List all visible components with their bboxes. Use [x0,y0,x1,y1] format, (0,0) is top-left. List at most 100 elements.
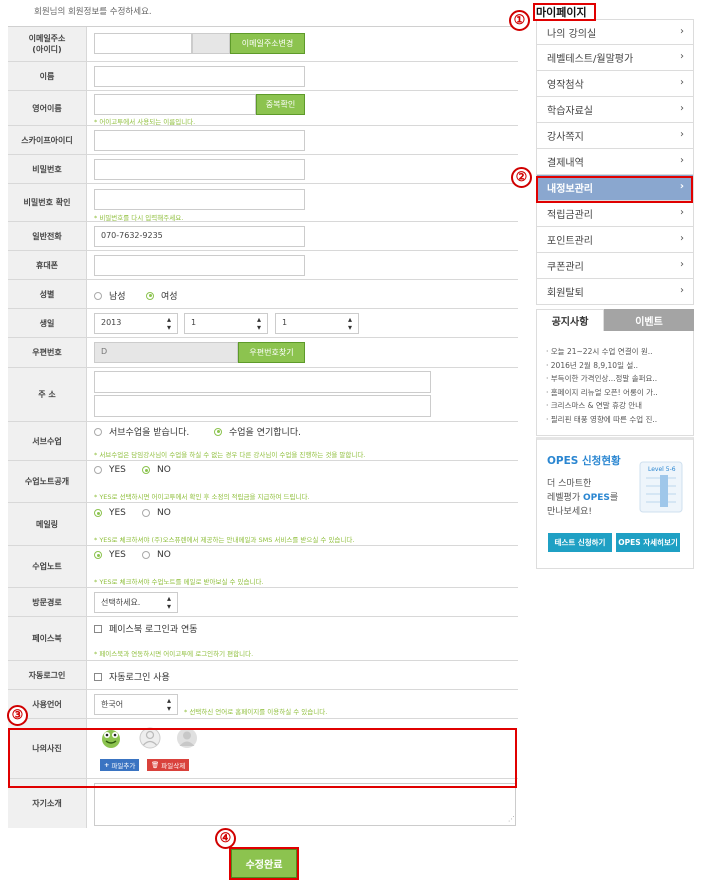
zipcode-label: 우편번호 [8,338,87,367]
zipcode-input[interactable]: D [94,342,238,363]
name-input[interactable] [94,66,305,87]
sidebar-item[interactable]: 회원탈퇴 › [536,279,694,305]
mobile-row: 휴대폰 [8,251,518,280]
tab-notice[interactable]: 공지사항 [536,309,604,331]
notice-item[interactable]: · 부득이한 가격인상...정말 솔퍼요.. [546,372,692,386]
sidebar-item[interactable]: 결제내역 › [536,149,694,175]
phone-input[interactable]: 070-7632-9235 [94,226,305,247]
find-zipcode-button[interactable]: 우편번호찾기 [238,342,305,363]
chevron-updown-icon: ▴ ▾ [166,696,171,713]
tab-event[interactable]: 이벤트 [604,309,694,331]
class-note-no-radio[interactable] [142,551,150,559]
language-select[interactable]: 한국어 ▴ ▾ [94,694,178,715]
facebook-link-checkbox[interactable] [94,624,102,633]
gender-option-female[interactable]: 여성 [146,289,178,302]
substitute-option-postpone[interactable]: 수업을 연기합니다. [214,425,301,438]
substitute-option-receive[interactable]: 서브수업을 받습니다. [94,425,189,438]
class-note-hint: * YES로 체크하셔야 수업노트를 메일로 받아보실 수 있습니다. [94,578,264,586]
email-row: 이메일주소 (아이디) 이메일주소변경 [8,27,518,62]
sidebar-item[interactable]: 쿠폰관리 › [536,253,694,279]
email-input-suffix [192,33,230,54]
english-name-input[interactable] [94,94,256,115]
chevron-right-icon: › [680,155,684,166]
notice-item[interactable]: · 필리핀 태풍 영향에 따른 수업 진.. [546,413,692,427]
opes-details-button[interactable]: OPES 자세히보기 [616,533,680,552]
sidebar-item-label: 영작첨삭 [547,80,584,91]
sidebar-item-label: 레벨테스트/월말평가 [547,54,634,65]
facebook-link-option[interactable]: 페이스북 로그인과 연동 [94,622,198,635]
sidebar-item[interactable]: 포인트관리 › [536,227,694,253]
auto-login-option[interactable]: 자동로그인 사용 [94,670,170,683]
sidebar-item-label: 쿠폰관리 [547,262,584,273]
chevron-updown-icon: ▴ ▾ [347,315,352,332]
address-label: 주 소 [8,368,87,421]
english-name-hint: * 어이고투에서 사용되는 이름입니다. [94,118,196,126]
note-public-no[interactable]: NO [142,465,171,475]
change-email-button[interactable]: 이메일주소변경 [230,33,305,54]
birth-month-select[interactable]: 1 ▴ ▾ [184,313,268,334]
chevron-right-icon: › [680,259,684,270]
class-note-label: 수업노트 [8,546,87,587]
notice-item[interactable]: · 홈페이지 리뉴얼 오픈! 어롱이 가.. [546,386,692,400]
note-public-yes-radio[interactable] [94,466,102,474]
auto-login-checkbox[interactable] [94,672,102,681]
sidebar-item[interactable]: 강사쪽지 › [536,123,694,149]
password-confirm-label: 비밀번호 확인 [8,184,87,221]
birth-label: 생일 [8,309,87,337]
gender-option-male[interactable]: 남성 [94,289,126,302]
class-note-no[interactable]: NO [142,550,171,560]
resize-handle-icon[interactable]: ⋰ [508,815,515,823]
substitute-receive-radio[interactable] [94,427,102,436]
page-intro-text: 회원님의 회원정보를 수정하세요. [34,7,152,17]
my-info-highlight-box [536,176,693,203]
zipcode-row: 우편번호 D 우편번호찾기 [8,338,518,368]
facebook-row: 페이스북 페이스북 로그인과 연동 * 페이스북과 연동하시면 어이고투에 로그… [8,617,518,661]
sidebar-item[interactable]: 영작첨삭 › [536,71,694,97]
password-label: 비밀번호 [8,155,87,183]
class-note-yes[interactable]: YES [94,550,126,560]
note-public-yes[interactable]: YES [94,465,126,475]
mailing-no[interactable]: NO [142,508,171,518]
note-public-no-radio[interactable] [142,466,150,474]
sidebar-item[interactable]: 적립금관리 › [536,201,694,227]
gender-male-radio[interactable] [94,291,102,300]
language-row: 사용언어 한국어 ▴ ▾ * 선택하신 언어로 홈페이지를 이용하실 수 있습니다. [8,690,518,719]
sidebar-item[interactable]: 레벨테스트/월말평가 › [536,45,694,71]
visit-route-select[interactable]: 선택하세요. ▴ ▾ [94,592,178,613]
notice-item[interactable]: · 2016년 2월 8,9,10일 설.. [546,359,692,373]
birth-day-select[interactable]: 1 ▴ ▾ [275,313,359,334]
mobile-input[interactable] [94,255,305,276]
class-note-row: 수업노트 YES NO * YES로 체크하셔야 수업노트를 메일로 받아보실 … [8,546,518,588]
chevron-updown-icon: ▴ ▾ [166,594,171,611]
chevron-right-icon: › [680,51,684,62]
mailing-hint: * YES로 체크하셔야 (주)오스퓨렌에서 제공하는 안내메일과 SMS 서비… [94,536,355,544]
birth-year-select[interactable]: 2013 ▴ ▾ [94,313,178,334]
gender-female-radio[interactable] [146,291,154,300]
notice-item[interactable]: · 크리스마스 & 연말 휴강 안내 [546,399,692,413]
english-name-row: 영어이름 중복확인 * 어이고투에서 사용되는 이름입니다. [8,91,518,126]
password-input[interactable] [94,159,305,180]
mailing-yes[interactable]: YES [94,508,126,518]
facebook-label: 페이스북 [8,617,87,660]
test-apply-button[interactable]: 테스트 신청하기 [548,533,612,552]
address-line1-input[interactable] [94,371,431,393]
facebook-hint: * 페이스북과 연동하시면 어이고투에 로그인하기 편합니다. [94,650,254,658]
password-confirm-input[interactable] [94,189,305,210]
mailing-yes-radio[interactable] [94,509,102,517]
address-line2-input[interactable] [94,395,431,417]
class-note-yes-radio[interactable] [94,551,102,559]
chevron-updown-icon: ▴ ▾ [256,315,261,332]
sidebar-item[interactable]: 나의 강의실 › [536,19,694,45]
email-label: 이메일주소 (아이디) [8,27,87,61]
password-confirm-row: 비밀번호 확인 * 비밀번호를 다시 입력해주세요. [8,184,518,222]
class-note-public-row: 수업노트공개 YES NO * YES로 선택하시면 어이고투에서 확인 후 소… [8,461,518,503]
email-input[interactable] [94,33,192,54]
skype-input[interactable] [94,130,305,151]
self-intro-textarea[interactable] [94,783,516,826]
sidebar-item[interactable]: 학습자료실 › [536,97,694,123]
notice-item[interactable]: · 오늘 21~22시 수업 연결이 원.. [546,345,692,359]
chevron-right-icon: › [680,233,684,244]
duplicate-check-button[interactable]: 중복확인 [256,94,305,115]
mailing-no-radio[interactable] [142,509,150,517]
substitute-postpone-radio[interactable] [214,427,222,436]
